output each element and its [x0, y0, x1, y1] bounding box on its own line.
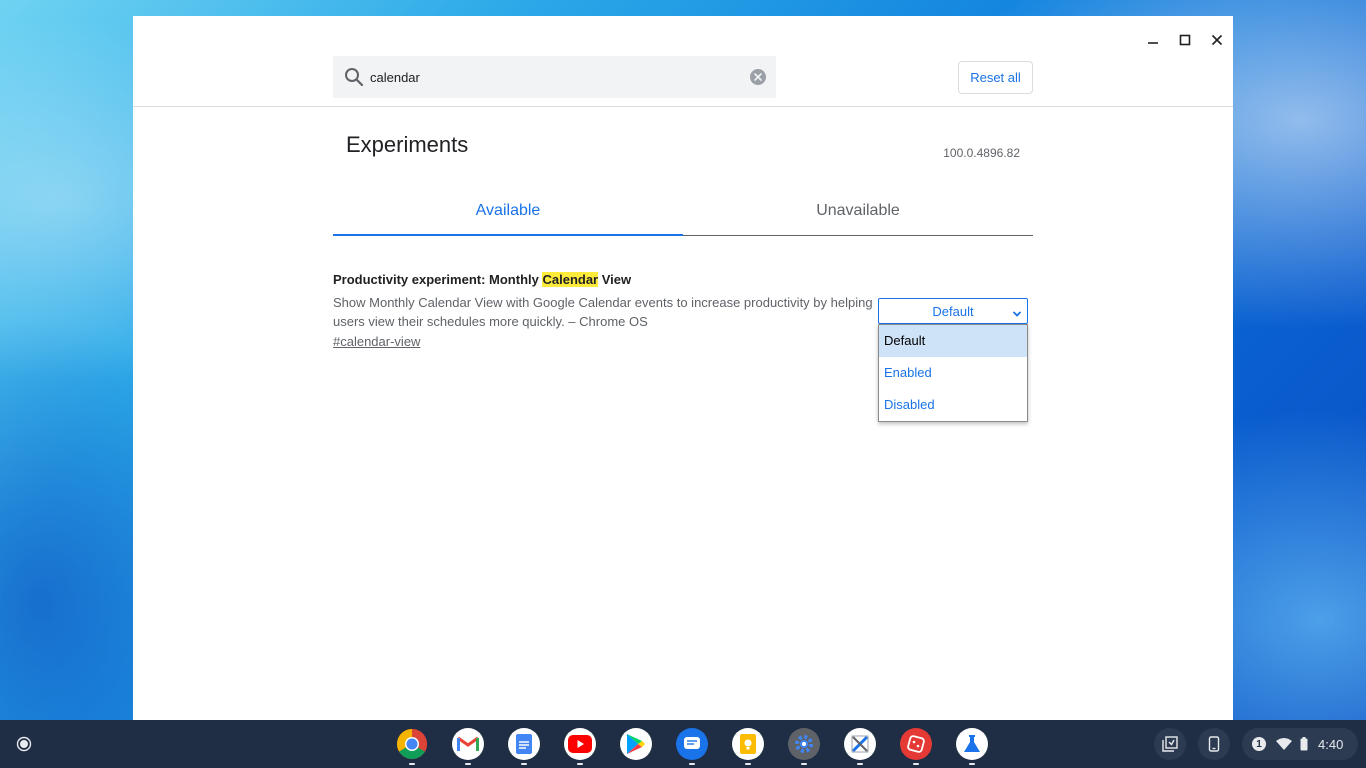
play-store-icon[interactable]: [608, 720, 664, 768]
launcher-button[interactable]: [8, 728, 40, 760]
experiment-title-prefix: Productivity experiment: Monthly: [333, 272, 543, 287]
reset-all-button[interactable]: Reset all: [958, 61, 1033, 94]
experiment-description: Show Monthly Calendar View with Google C…: [333, 295, 873, 329]
notification-count: 1: [1252, 737, 1266, 751]
holding-space-button[interactable]: [1154, 728, 1186, 760]
option-default[interactable]: Default: [879, 325, 1027, 357]
canvas-icon[interactable]: [832, 720, 888, 768]
minimize-icon[interactable]: [1137, 24, 1169, 56]
experiment-title-suffix: View: [598, 272, 632, 287]
wifi-icon: [1276, 738, 1292, 750]
chevron-down-icon: [1012, 307, 1022, 322]
select-value: Default: [932, 303, 974, 319]
phone-hub-button[interactable]: [1198, 728, 1230, 760]
pinned-apps: [384, 720, 1000, 768]
page-title: Experiments: [346, 132, 469, 157]
keep-icon[interactable]: [720, 720, 776, 768]
select-dropdown: Default Enabled Disabled: [878, 324, 1028, 422]
experiment-state-select[interactable]: Default: [878, 298, 1028, 324]
version-label: 100.0.4896.82: [943, 146, 1020, 160]
clock: 4:40: [1318, 736, 1344, 752]
close-icon[interactable]: [1201, 24, 1233, 56]
header-bar: Reset all: [133, 16, 1233, 107]
youtube-icon[interactable]: [552, 720, 608, 768]
search-box[interactable]: [333, 56, 776, 98]
search-input[interactable]: [370, 56, 740, 98]
tab-unavailable[interactable]: Unavailable: [683, 192, 1033, 235]
search-icon: [344, 67, 364, 92]
option-enabled[interactable]: Enabled: [879, 357, 1027, 389]
tab-bar: Available Unavailable: [333, 192, 1033, 236]
game-icon[interactable]: [888, 720, 944, 768]
docs-icon[interactable]: [496, 720, 552, 768]
shelf: 1 4:40: [0, 720, 1366, 768]
experiment-permalink[interactable]: #calendar-view: [333, 334, 420, 349]
system-tray-button[interactable]: 1 4:40: [1242, 728, 1358, 760]
clear-search-icon[interactable]: [750, 69, 766, 90]
chrome-icon[interactable]: [384, 720, 440, 768]
chrome-flags-window: Reset all Experiments 100.0.4896.82 Avai…: [133, 16, 1233, 720]
search-match-highlight: Calendar: [542, 272, 599, 287]
option-disabled[interactable]: Disabled: [879, 389, 1027, 421]
labs-icon[interactable]: [944, 720, 1000, 768]
battery-icon: [1300, 737, 1308, 751]
experiment-item: Productivity experiment: Monthly Calenda…: [333, 272, 873, 351]
messages-icon[interactable]: [664, 720, 720, 768]
window-controls: [1137, 24, 1233, 56]
gmail-icon[interactable]: [440, 720, 496, 768]
experiment-title: Productivity experiment: Monthly Calenda…: [333, 272, 873, 288]
maximize-icon[interactable]: [1169, 24, 1201, 56]
tab-available[interactable]: Available: [333, 192, 683, 236]
settings-icon[interactable]: [776, 720, 832, 768]
